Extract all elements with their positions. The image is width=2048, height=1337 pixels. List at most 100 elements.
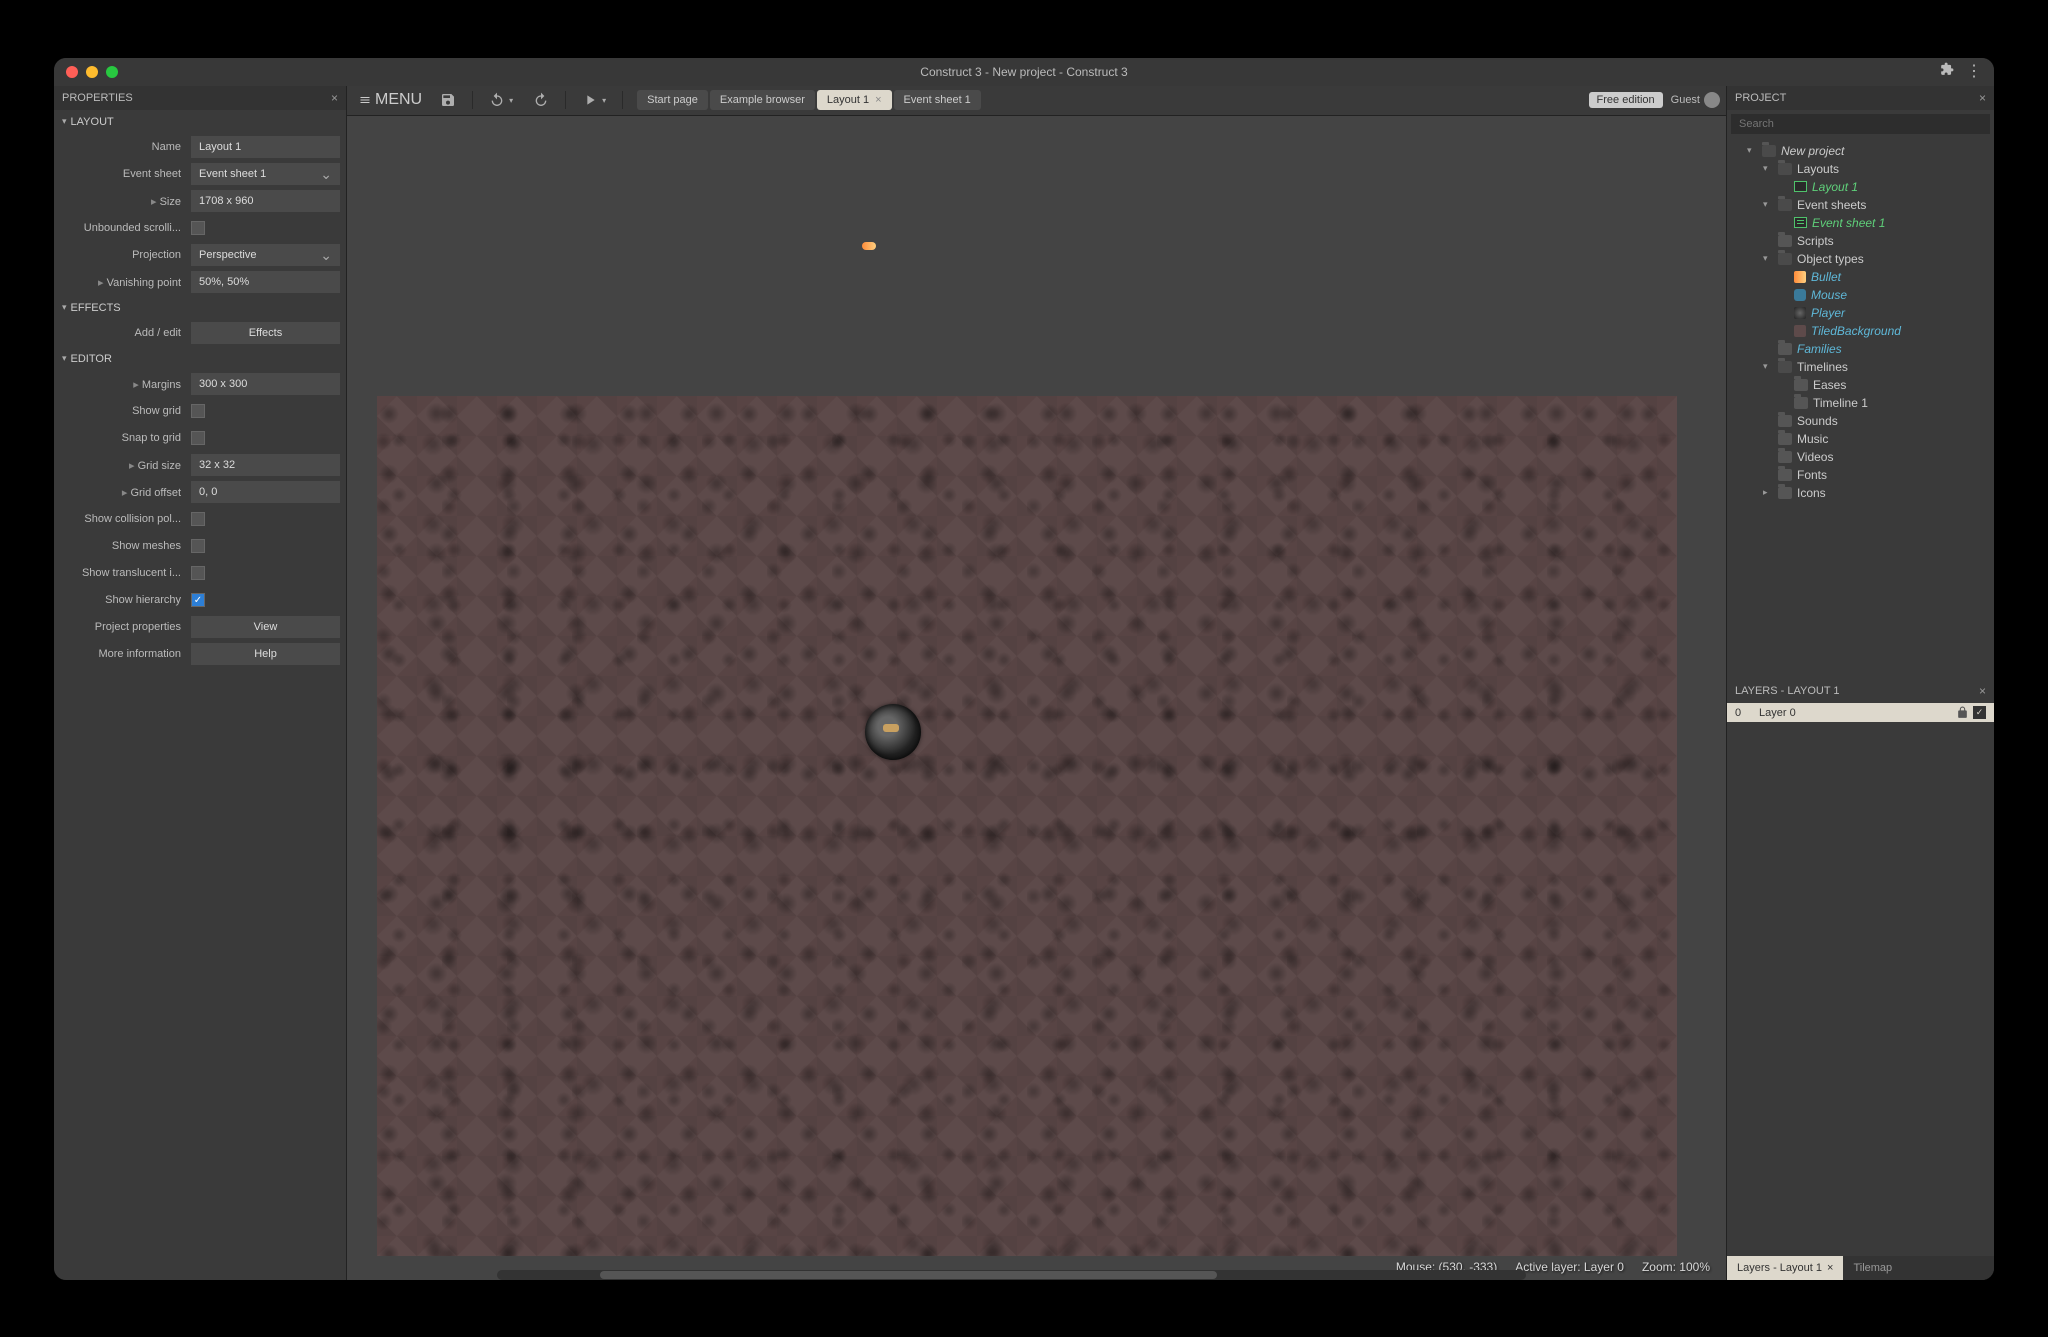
prop-label-projection: Projection	[54, 249, 191, 261]
window-controls	[66, 66, 118, 78]
main-toolbar: MENU ▾ ▾ Start page Example browser Layo…	[347, 86, 1726, 116]
help-button[interactable]: Help	[191, 643, 340, 665]
close-properties-icon[interactable]: ×	[331, 91, 338, 105]
free-edition-badge[interactable]: Free edition	[1589, 92, 1663, 108]
tree-music-folder[interactable]: Music	[1729, 430, 1992, 448]
lock-icon[interactable]	[1956, 706, 1969, 719]
prop-projection-select[interactable]: Perspective	[191, 244, 340, 266]
tree-obj-player[interactable]: Player	[1729, 304, 1992, 322]
prop-gridoffset-input[interactable]: 0, 0	[191, 481, 340, 503]
extension-icon[interactable]	[1940, 62, 1954, 81]
horizontal-scrollbar[interactable]	[497, 1270, 1526, 1280]
layout-canvas[interactable]: Mouse: (530, -333) Active layer: Layer 0…	[347, 116, 1726, 1280]
prop-collision-checkbox[interactable]	[191, 512, 205, 526]
tree-layout1[interactable]: Layout 1	[1729, 178, 1992, 196]
tree-obj-mouse[interactable]: Mouse	[1729, 286, 1992, 304]
close-tab-icon[interactable]: ×	[875, 94, 881, 106]
tree-eventsheets-folder[interactable]: ▾Event sheets	[1729, 196, 1992, 214]
tree-timeline1[interactable]: Timeline 1	[1729, 394, 1992, 412]
tab-examples[interactable]: Example browser	[710, 90, 815, 110]
eventsheet-icon	[1794, 217, 1807, 228]
titlebar: Construct 3 - New project - Construct 3 …	[54, 58, 1994, 86]
tree-icons-folder[interactable]: ▸Icons	[1729, 484, 1992, 502]
folder-icon	[1778, 343, 1792, 355]
tiled-background-object[interactable]	[377, 396, 1677, 1256]
close-layers-tab-icon[interactable]: ×	[1827, 1262, 1833, 1274]
prop-unbounded-checkbox[interactable]	[191, 221, 205, 235]
mouse-icon	[1794, 289, 1806, 301]
tab-layers[interactable]: Layers - Layout 1×	[1727, 1256, 1843, 1280]
editor-section-header[interactable]: EDITOR	[54, 347, 346, 371]
guest-account[interactable]: Guest	[1671, 92, 1720, 108]
tree-timelines-folder[interactable]: ▾Timelines	[1729, 358, 1992, 376]
folder-icon	[1778, 433, 1792, 445]
prop-margins-input[interactable]: 300 x 300	[191, 373, 340, 395]
layer-row-0[interactable]: 0 Layer 0 ✓	[1727, 703, 1994, 722]
player-object[interactable]	[865, 704, 921, 760]
undo-button[interactable]: ▾	[481, 88, 521, 112]
menu-button[interactable]: MENU	[353, 87, 428, 113]
prop-label-unbounded: Unbounded scrolli...	[54, 222, 191, 234]
prop-label-translucent: Show translucent i...	[54, 567, 191, 579]
prop-size-input[interactable]: 1708 x 960	[191, 190, 340, 212]
menu-label: MENU	[375, 91, 422, 109]
prop-hierarchy-checkbox[interactable]	[191, 593, 205, 607]
prop-gridsize-input[interactable]: 32 x 32	[191, 454, 340, 476]
prop-meshes-checkbox[interactable]	[191, 539, 205, 553]
prop-label-showgrid: Show grid	[54, 405, 191, 417]
more-icon[interactable]: ⋮	[1966, 67, 1982, 77]
tree-obj-bullet[interactable]: Bullet	[1729, 268, 1992, 286]
tree-objtypes-folder[interactable]: ▾Object types	[1729, 250, 1992, 268]
folder-icon	[1778, 235, 1792, 247]
prop-label-margins: Margins	[54, 378, 191, 391]
tree-families-folder[interactable]: Families	[1729, 340, 1992, 358]
tree-eventsheet1[interactable]: Event sheet 1	[1729, 214, 1992, 232]
prop-showgrid-checkbox[interactable]	[191, 404, 205, 418]
prop-vanishing-input[interactable]: 50%, 50%	[191, 271, 340, 293]
close-window-button[interactable]	[66, 66, 78, 78]
prop-label-projprops: Project properties	[54, 621, 191, 633]
folder-icon	[1778, 199, 1792, 211]
tree-fonts-folder[interactable]: Fonts	[1729, 466, 1992, 484]
tab-layout1[interactable]: Layout 1×	[817, 90, 892, 110]
minimize-window-button[interactable]	[86, 66, 98, 78]
tab-tilemap[interactable]: Tilemap	[1843, 1256, 1902, 1280]
tree-obj-tiledbg[interactable]: TiledBackground	[1729, 322, 1992, 340]
redo-button[interactable]	[525, 88, 557, 112]
prop-label-eventsheet: Event sheet	[54, 168, 191, 180]
properties-header: PROPERTIES ×	[54, 86, 346, 110]
prop-label-snap: Snap to grid	[54, 432, 191, 444]
prop-snap-checkbox[interactable]	[191, 431, 205, 445]
tree-scripts-folder[interactable]: Scripts	[1729, 232, 1992, 250]
project-search-input[interactable]	[1731, 114, 1990, 134]
tab-startpage[interactable]: Start page	[637, 90, 708, 110]
folder-icon	[1778, 253, 1792, 265]
effects-button[interactable]: Effects	[191, 322, 340, 344]
bullet-object[interactable]	[862, 242, 876, 250]
layers-tabs: Layers - Layout 1× Tilemap	[1727, 1256, 1994, 1280]
layout-section-header[interactable]: LAYOUT	[54, 110, 346, 134]
tree-videos-folder[interactable]: Videos	[1729, 448, 1992, 466]
prop-name-input[interactable]: Layout 1	[191, 136, 340, 158]
folder-icon	[1778, 487, 1792, 499]
effects-section-header[interactable]: EFFECTS	[54, 296, 346, 320]
maximize-window-button[interactable]	[106, 66, 118, 78]
tree-sounds-folder[interactable]: Sounds	[1729, 412, 1992, 430]
tree-eases-folder[interactable]: Eases	[1729, 376, 1992, 394]
tree-layouts-folder[interactable]: ▾Layouts	[1729, 160, 1992, 178]
layers-body	[1727, 722, 1994, 1256]
tab-eventsheet1[interactable]: Event sheet 1	[894, 90, 981, 110]
close-project-icon[interactable]: ×	[1979, 91, 1986, 105]
play-button[interactable]: ▾	[574, 88, 614, 112]
save-button[interactable]	[432, 88, 464, 112]
view-button[interactable]: View	[191, 616, 340, 638]
prop-label-addedit: Add / edit	[54, 327, 191, 339]
properties-panel: PROPERTIES × LAYOUT NameLayout 1 Event s…	[54, 86, 347, 1280]
avatar-icon	[1704, 92, 1720, 108]
visibility-icon[interactable]: ✓	[1973, 706, 1986, 719]
folder-icon	[1778, 451, 1792, 463]
prop-eventsheet-select[interactable]: Event sheet 1	[191, 163, 340, 185]
tree-project-root[interactable]: ▾New project	[1729, 142, 1992, 160]
close-layers-icon[interactable]: ×	[1979, 684, 1986, 698]
prop-translucent-checkbox[interactable]	[191, 566, 205, 580]
